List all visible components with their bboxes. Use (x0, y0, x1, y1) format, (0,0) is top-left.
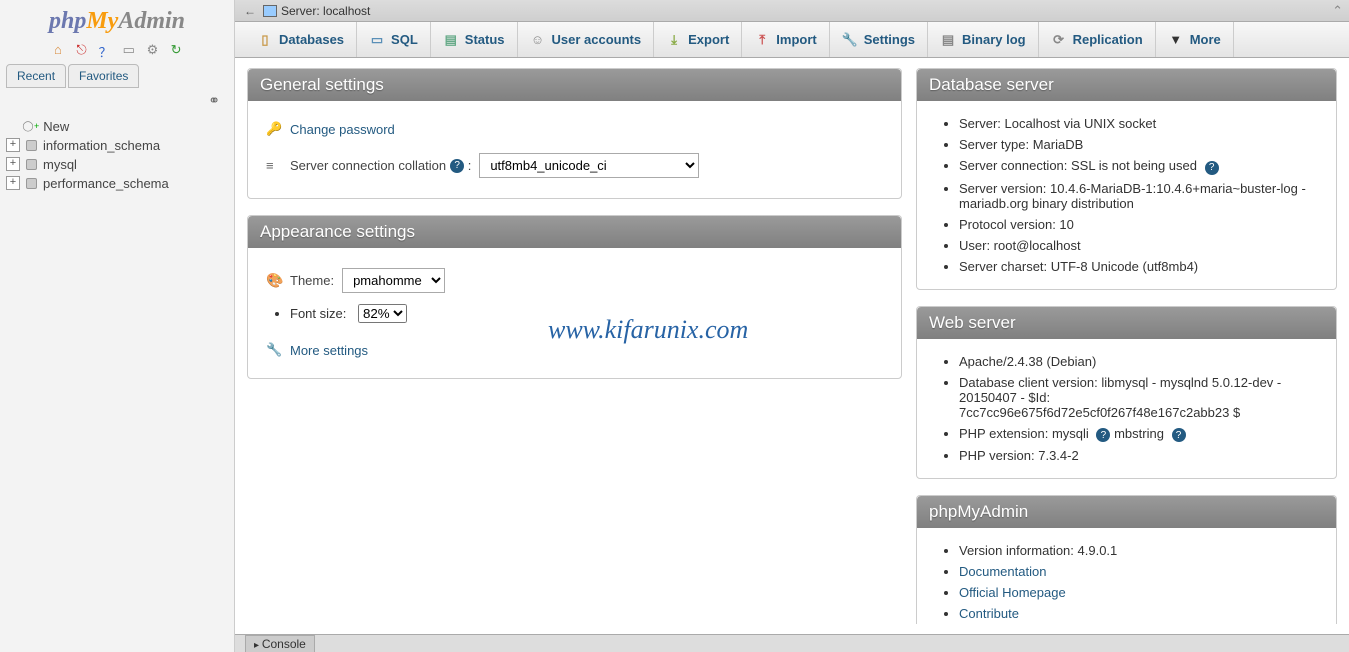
replication-icon: ⟳ (1051, 32, 1067, 48)
wrench-icon: 🔧 (266, 342, 284, 358)
server-icon (263, 5, 277, 17)
export-icon: ⤓ (666, 32, 682, 48)
more-icon: ▼ (1168, 32, 1184, 48)
sidebar: phpMyAdmin ⌂ ⎋ ？ ▭ ⚙ ↻ Recent Favorites … (0, 0, 235, 652)
menu-settings[interactable]: 🔧Settings (830, 22, 928, 57)
menu-import[interactable]: ⤒Import (742, 22, 829, 57)
tree-db-item[interactable]: + performance_schema (6, 174, 228, 193)
help-icon[interactable]: ? (1172, 428, 1186, 442)
console-bar: Console (235, 634, 1349, 652)
tree-new-db[interactable]: + New (6, 117, 228, 136)
pma-link[interactable]: Official Homepage (959, 585, 1066, 600)
collation-label: Server connection collation (290, 158, 446, 173)
users-icon: ☺ (530, 32, 546, 48)
panel-database-server: Database server Server: Localhost via UN… (916, 68, 1337, 290)
console-toggle[interactable]: Console (245, 635, 315, 652)
expand-icon[interactable]: + (6, 138, 20, 152)
panel-title: General settings (248, 69, 901, 101)
menu-binlog[interactable]: ▤Binary log (928, 22, 1039, 57)
panel-title: phpMyAdmin (917, 496, 1336, 528)
db-icon (23, 176, 39, 190)
menu-sql[interactable]: ▭SQL (357, 22, 431, 57)
logout-icon[interactable]: ⎋ (74, 42, 90, 58)
right-column: Database server Server: Localhost via UN… (916, 68, 1337, 624)
list-item: Database client version: libmysql - mysq… (959, 372, 1318, 423)
tab-favorites[interactable]: Favorites (68, 64, 139, 88)
panel-web-server: Web server Apache/2.4.38 (Debian) Databa… (916, 306, 1337, 480)
theme-icon: 🎨 (266, 272, 284, 289)
help-icon[interactable]: ? (1205, 161, 1219, 175)
collapse-icon[interactable]: ⌃ (1332, 3, 1343, 19)
sql-icon: ▭ (369, 32, 385, 48)
main: ← Server: localhost ⌃ ▯Databases ▭SQL ▤S… (235, 0, 1349, 652)
import-icon: ⤒ (754, 32, 770, 48)
home-icon[interactable]: ⌂ (50, 42, 66, 58)
back-icon[interactable]: ← (241, 4, 259, 18)
list-item: Apache/2.4.38 (Debian) (959, 351, 1318, 372)
lock-icon: 🔑 (266, 121, 284, 137)
logo[interactable]: phpMyAdmin (0, 0, 234, 39)
menu-users[interactable]: ☺User accounts (518, 22, 655, 57)
panel-phpmyadmin: phpMyAdmin Version information: 4.9.0.1 … (916, 495, 1337, 624)
panel-general-settings: General settings 🔑 Change password ≡ Ser… (247, 68, 902, 199)
db-tree: + New + information_schema + mysql + per… (0, 113, 234, 197)
menu-databases[interactable]: ▯Databases (245, 22, 357, 57)
sql-query-icon[interactable]: ▭ (121, 42, 137, 58)
menu-more[interactable]: ▼More (1156, 22, 1234, 57)
nav-settings-icon[interactable]: ⚙ (144, 42, 160, 58)
pma-link[interactable]: Documentation (959, 564, 1046, 579)
expand-icon[interactable]: + (6, 176, 20, 190)
panel-appearance-settings: Appearance settings 🎨 Theme: pmahomme Fo… (247, 215, 902, 379)
tab-recent[interactable]: Recent (6, 64, 66, 88)
list-item: User: root@localhost (959, 235, 1318, 256)
binlog-icon: ▤ (940, 32, 956, 48)
help-icon[interactable]: ? (1096, 428, 1110, 442)
sidebar-toolbar: ⌂ ⎋ ？ ▭ ⚙ ↻ (0, 39, 234, 64)
list-item: Protocol version: 10 (959, 214, 1318, 235)
collation-select[interactable]: utf8mb4_unicode_ci (479, 153, 699, 178)
content: General settings 🔑 Change password ≡ Ser… (235, 58, 1349, 634)
reload-icon[interactable]: ↻ (168, 42, 184, 58)
tree-db-item[interactable]: + mysql (6, 155, 228, 174)
db-icon (23, 157, 39, 171)
panel-title: Database server (917, 69, 1336, 101)
list-item: Server charset: UTF-8 Unicode (utf8mb4) (959, 256, 1318, 277)
menu-replication[interactable]: ⟳Replication (1039, 22, 1156, 57)
list-item: Server type: MariaDB (959, 134, 1318, 155)
change-password-link[interactable]: Change password (290, 122, 395, 137)
more-settings-link[interactable]: More settings (290, 343, 368, 358)
top-menu: ▯Databases ▭SQL ▤Status ☺User accounts ⤓… (235, 22, 1349, 58)
theme-label: Theme: (290, 273, 334, 288)
list-item: Server version: 10.4.6-MariaDB-1:10.4.6+… (959, 178, 1318, 214)
menu-export[interactable]: ⤓Export (654, 22, 742, 57)
panel-title: Web server (917, 307, 1336, 339)
panel-title: Appearance settings (248, 216, 901, 248)
databases-icon: ▯ (257, 32, 273, 48)
list-item: PHP version: 7.3.4-2 (959, 445, 1318, 466)
status-icon: ▤ (443, 32, 459, 48)
settings-icon: 🔧 (842, 32, 858, 48)
link-icon[interactable]: ⚭ (208, 92, 220, 109)
fontsize-select[interactable]: 82% (358, 304, 407, 323)
list-item: Version information: 4.9.0.1 (959, 540, 1318, 561)
expand-icon[interactable]: + (6, 157, 20, 171)
pma-link[interactable]: Contribute (959, 606, 1019, 621)
db-icon (23, 138, 39, 152)
list-item: Server connection: SSL is not being used… (959, 155, 1318, 178)
list-item: PHP extension: mysqli ? mbstring ? (959, 423, 1318, 446)
fontsize-label: Font size: (290, 306, 346, 321)
docs-icon[interactable]: ？ (97, 42, 113, 58)
sidebar-tabs: Recent Favorites (0, 64, 234, 88)
menu-status[interactable]: ▤Status (431, 22, 518, 57)
collation-icon: ≡ (266, 158, 284, 173)
help-icon[interactable]: ? (450, 159, 464, 173)
tree-db-item[interactable]: + information_schema (6, 136, 228, 155)
list-item: Server: Localhost via UNIX socket (959, 113, 1318, 134)
left-column: General settings 🔑 Change password ≡ Ser… (247, 68, 902, 624)
theme-select[interactable]: pmahomme (342, 268, 445, 293)
breadcrumb-bar: ← Server: localhost ⌃ (235, 0, 1349, 22)
